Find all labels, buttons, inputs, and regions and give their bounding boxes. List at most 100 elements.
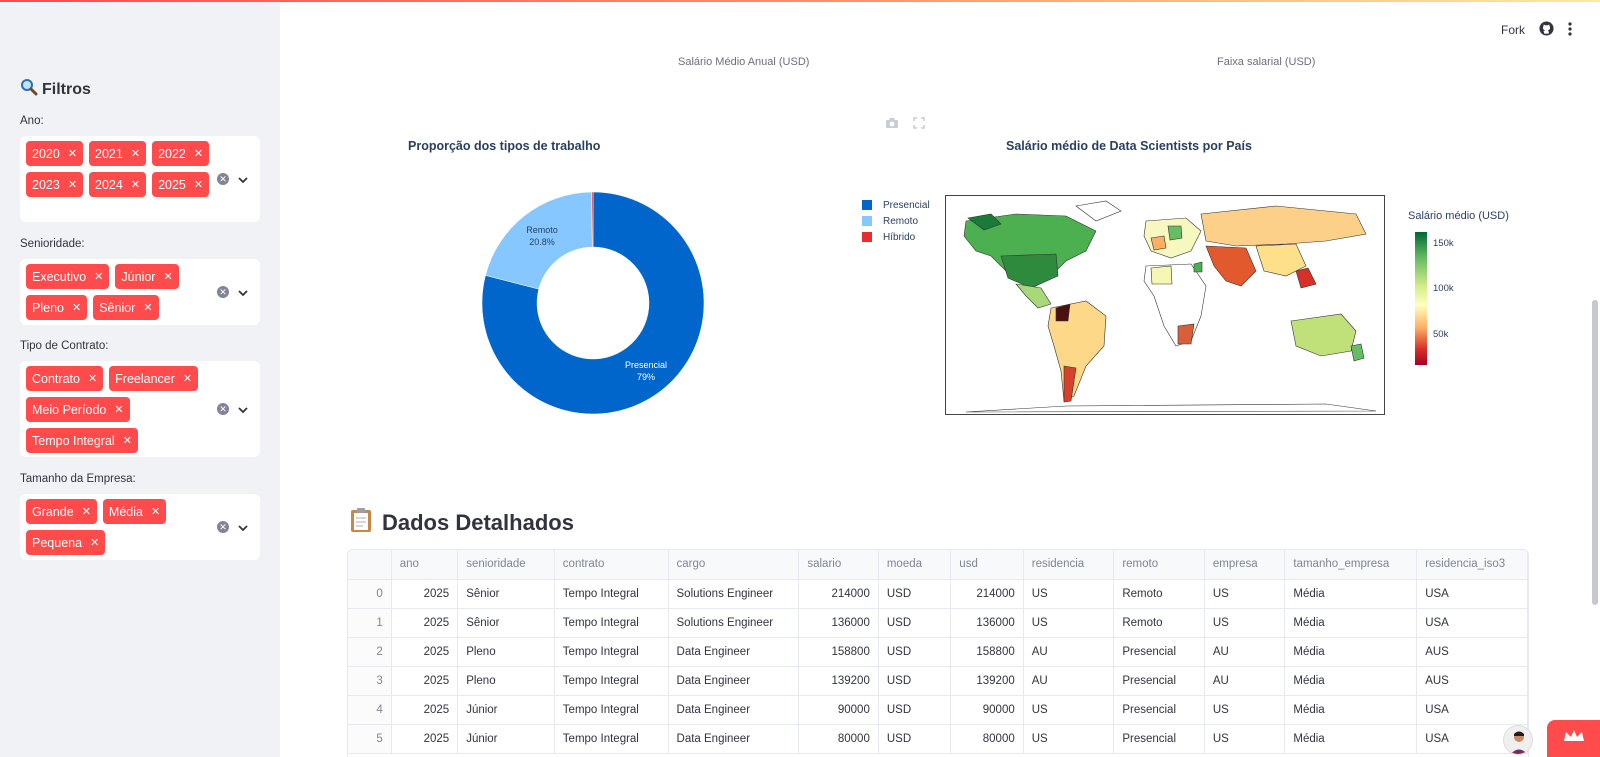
data-table[interactable]: ano senioridade contrato cargo salario m… [347,549,1529,757]
table-cell[interactable]: Tempo Integral [554,666,669,696]
chevron-down-icon[interactable] [237,403,249,415]
tag-contrato-contrato[interactable]: Contrato ✕ [26,366,104,391]
table-row[interactable]: 5 2025 Júnior Tempo Integral Data Engineer 80… [348,724,1528,754]
column-header[interactable]: contrato [554,550,669,580]
table-cell[interactable]: Tempo Integral [554,637,669,667]
github-icon[interactable] [1539,21,1554,39]
remove-tag-icon[interactable]: ✕ [72,301,81,314]
row-index-cell[interactable]: 1 [348,608,392,638]
tag-ano-2021[interactable]: 2021 ✕ [89,141,147,166]
column-header[interactable]: residencia_iso3 [1416,550,1528,580]
avatar[interactable] [1503,725,1533,755]
tag-senioridade-executivo[interactable]: Executivo ✕ [26,264,110,289]
table-cell[interactable]: USD [878,666,952,696]
tag-contrato-freelancer[interactable]: Freelancer ✕ [109,366,199,391]
remove-tag-icon[interactable]: ✕ [90,536,99,549]
page-scrollbar[interactable] [1592,300,1598,605]
remove-tag-icon[interactable]: ✕ [68,147,77,160]
column-header[interactable] [348,550,392,580]
table-cell[interactable]: Média [1284,695,1418,725]
column-header[interactable]: senioridade [457,550,555,580]
table-cell[interactable]: Presencial [1113,637,1205,667]
multiselect-senioridade[interactable]: Executivo ✕ Júnior ✕ Pleno ✕ Sênior ✕ ✕ [20,259,260,325]
camera-icon[interactable] [885,116,899,134]
multiselect-ano[interactable]: 2020 ✕ 2021 ✕ 2022 ✕ 2023 ✕ 2024 ✕ 2025 ✕ ✕ [20,136,260,222]
table-cell[interactable]: Sênior [457,608,555,638]
table-cell[interactable]: Júnior [457,724,555,754]
multiselect-contrato[interactable]: Contrato ✕ Freelancer ✕ Meio Período ✕ Temp… [20,361,260,457]
table-cell[interactable]: 90000 [950,695,1024,725]
table-cell[interactable]: Sênior [457,579,555,609]
tag-senioridade-pleno[interactable]: Pleno ✕ [26,295,88,320]
column-header[interactable]: residencia [1023,550,1115,580]
table-cell[interactable]: AUS [1416,637,1528,667]
column-header[interactable]: remoto [1113,550,1205,580]
table-cell[interactable]: 2025 [391,637,459,667]
table-cell[interactable]: 2025 [391,666,459,696]
table-cell[interactable]: Presencial [1113,666,1205,696]
remove-tag-icon[interactable]: ✕ [114,403,123,416]
table-row[interactable]: 3 2025 Pleno Tempo Integral Data Engineer 139… [348,666,1528,696]
remove-tag-icon[interactable]: ✕ [88,372,97,385]
table-cell[interactable]: Data Engineer [668,695,800,725]
chevron-down-icon[interactable] [237,521,249,533]
clear-all-icon[interactable]: ✕ [217,403,229,415]
chevron-down-icon[interactable] [237,173,249,185]
column-header[interactable]: cargo [668,550,800,580]
table-cell[interactable]: US [1204,608,1286,638]
remove-tag-icon[interactable]: ✕ [82,505,91,518]
table-cell[interactable]: 139200 [950,666,1024,696]
table-cell[interactable]: US [1204,695,1286,725]
table-cell[interactable]: AU [1023,666,1115,696]
remove-tag-icon[interactable]: ✕ [151,505,160,518]
tag-ano-2024[interactable]: 2024 ✕ [89,172,147,197]
row-index-cell[interactable]: 2 [348,637,392,667]
legend-item-hibrido[interactable]: Híbrido [862,229,930,245]
table-cell[interactable]: USD [878,579,952,609]
table-cell[interactable]: US [1023,724,1115,754]
table-cell[interactable]: 158800 [950,637,1024,667]
table-cell[interactable]: 214000 [950,579,1024,609]
table-cell[interactable]: 158800 [798,637,879,667]
remove-tag-icon[interactable]: ✕ [123,434,132,447]
table-cell[interactable]: Pleno [457,637,555,667]
table-cell[interactable]: US [1204,579,1286,609]
table-cell[interactable]: 2025 [391,724,459,754]
table-cell[interactable]: Presencial [1113,695,1205,725]
legend-item-presencial[interactable]: Presencial [862,197,930,213]
table-cell[interactable]: 2025 [391,579,459,609]
clear-all-icon[interactable]: ✕ [217,286,229,298]
column-header[interactable]: usd [950,550,1024,580]
table-cell[interactable]: Solutions Engineer [668,579,800,609]
table-cell[interactable]: Média [1284,608,1418,638]
table-cell[interactable]: AU [1204,666,1286,696]
table-cell[interactable]: Solutions Engineer [668,608,800,638]
column-header[interactable]: moeda [878,550,952,580]
row-index-cell[interactable]: 3 [348,666,392,696]
table-cell[interactable]: Tempo Integral [554,579,669,609]
column-header[interactable]: tamanho_empresa [1284,550,1418,580]
table-cell[interactable]: Média [1284,579,1418,609]
table-cell[interactable]: Remoto [1113,579,1205,609]
table-cell[interactable]: AU [1204,637,1286,667]
column-header[interactable]: ano [391,550,459,580]
tag-ano-2023[interactable]: 2023 ✕ [26,172,84,197]
tag-ano-2022[interactable]: 2022 ✕ [152,141,210,166]
table-cell[interactable]: Tempo Integral [554,695,669,725]
table-cell[interactable]: US [1023,695,1115,725]
remove-tag-icon[interactable]: ✕ [94,270,103,283]
table-cell[interactable]: 80000 [950,724,1024,754]
fork-button[interactable]: Fork [1501,23,1525,37]
row-index-cell[interactable]: 4 [348,695,392,725]
table-cell[interactable]: USD [878,608,952,638]
table-cell[interactable]: Média [1284,724,1418,754]
table-row[interactable]: 1 2025 Sênior Tempo Integral Solutions Engin… [348,608,1528,638]
table-cell[interactable]: US [1023,579,1115,609]
main-menu-icon[interactable] [1568,21,1572,39]
table-cell[interactable]: AUS [1416,666,1528,696]
table-cell[interactable]: USA [1416,695,1528,725]
clear-all-icon[interactable]: ✕ [217,173,229,185]
table-cell[interactable]: Presencial [1113,724,1205,754]
remove-tag-icon[interactable]: ✕ [163,270,172,283]
clear-all-icon[interactable]: ✕ [217,521,229,533]
